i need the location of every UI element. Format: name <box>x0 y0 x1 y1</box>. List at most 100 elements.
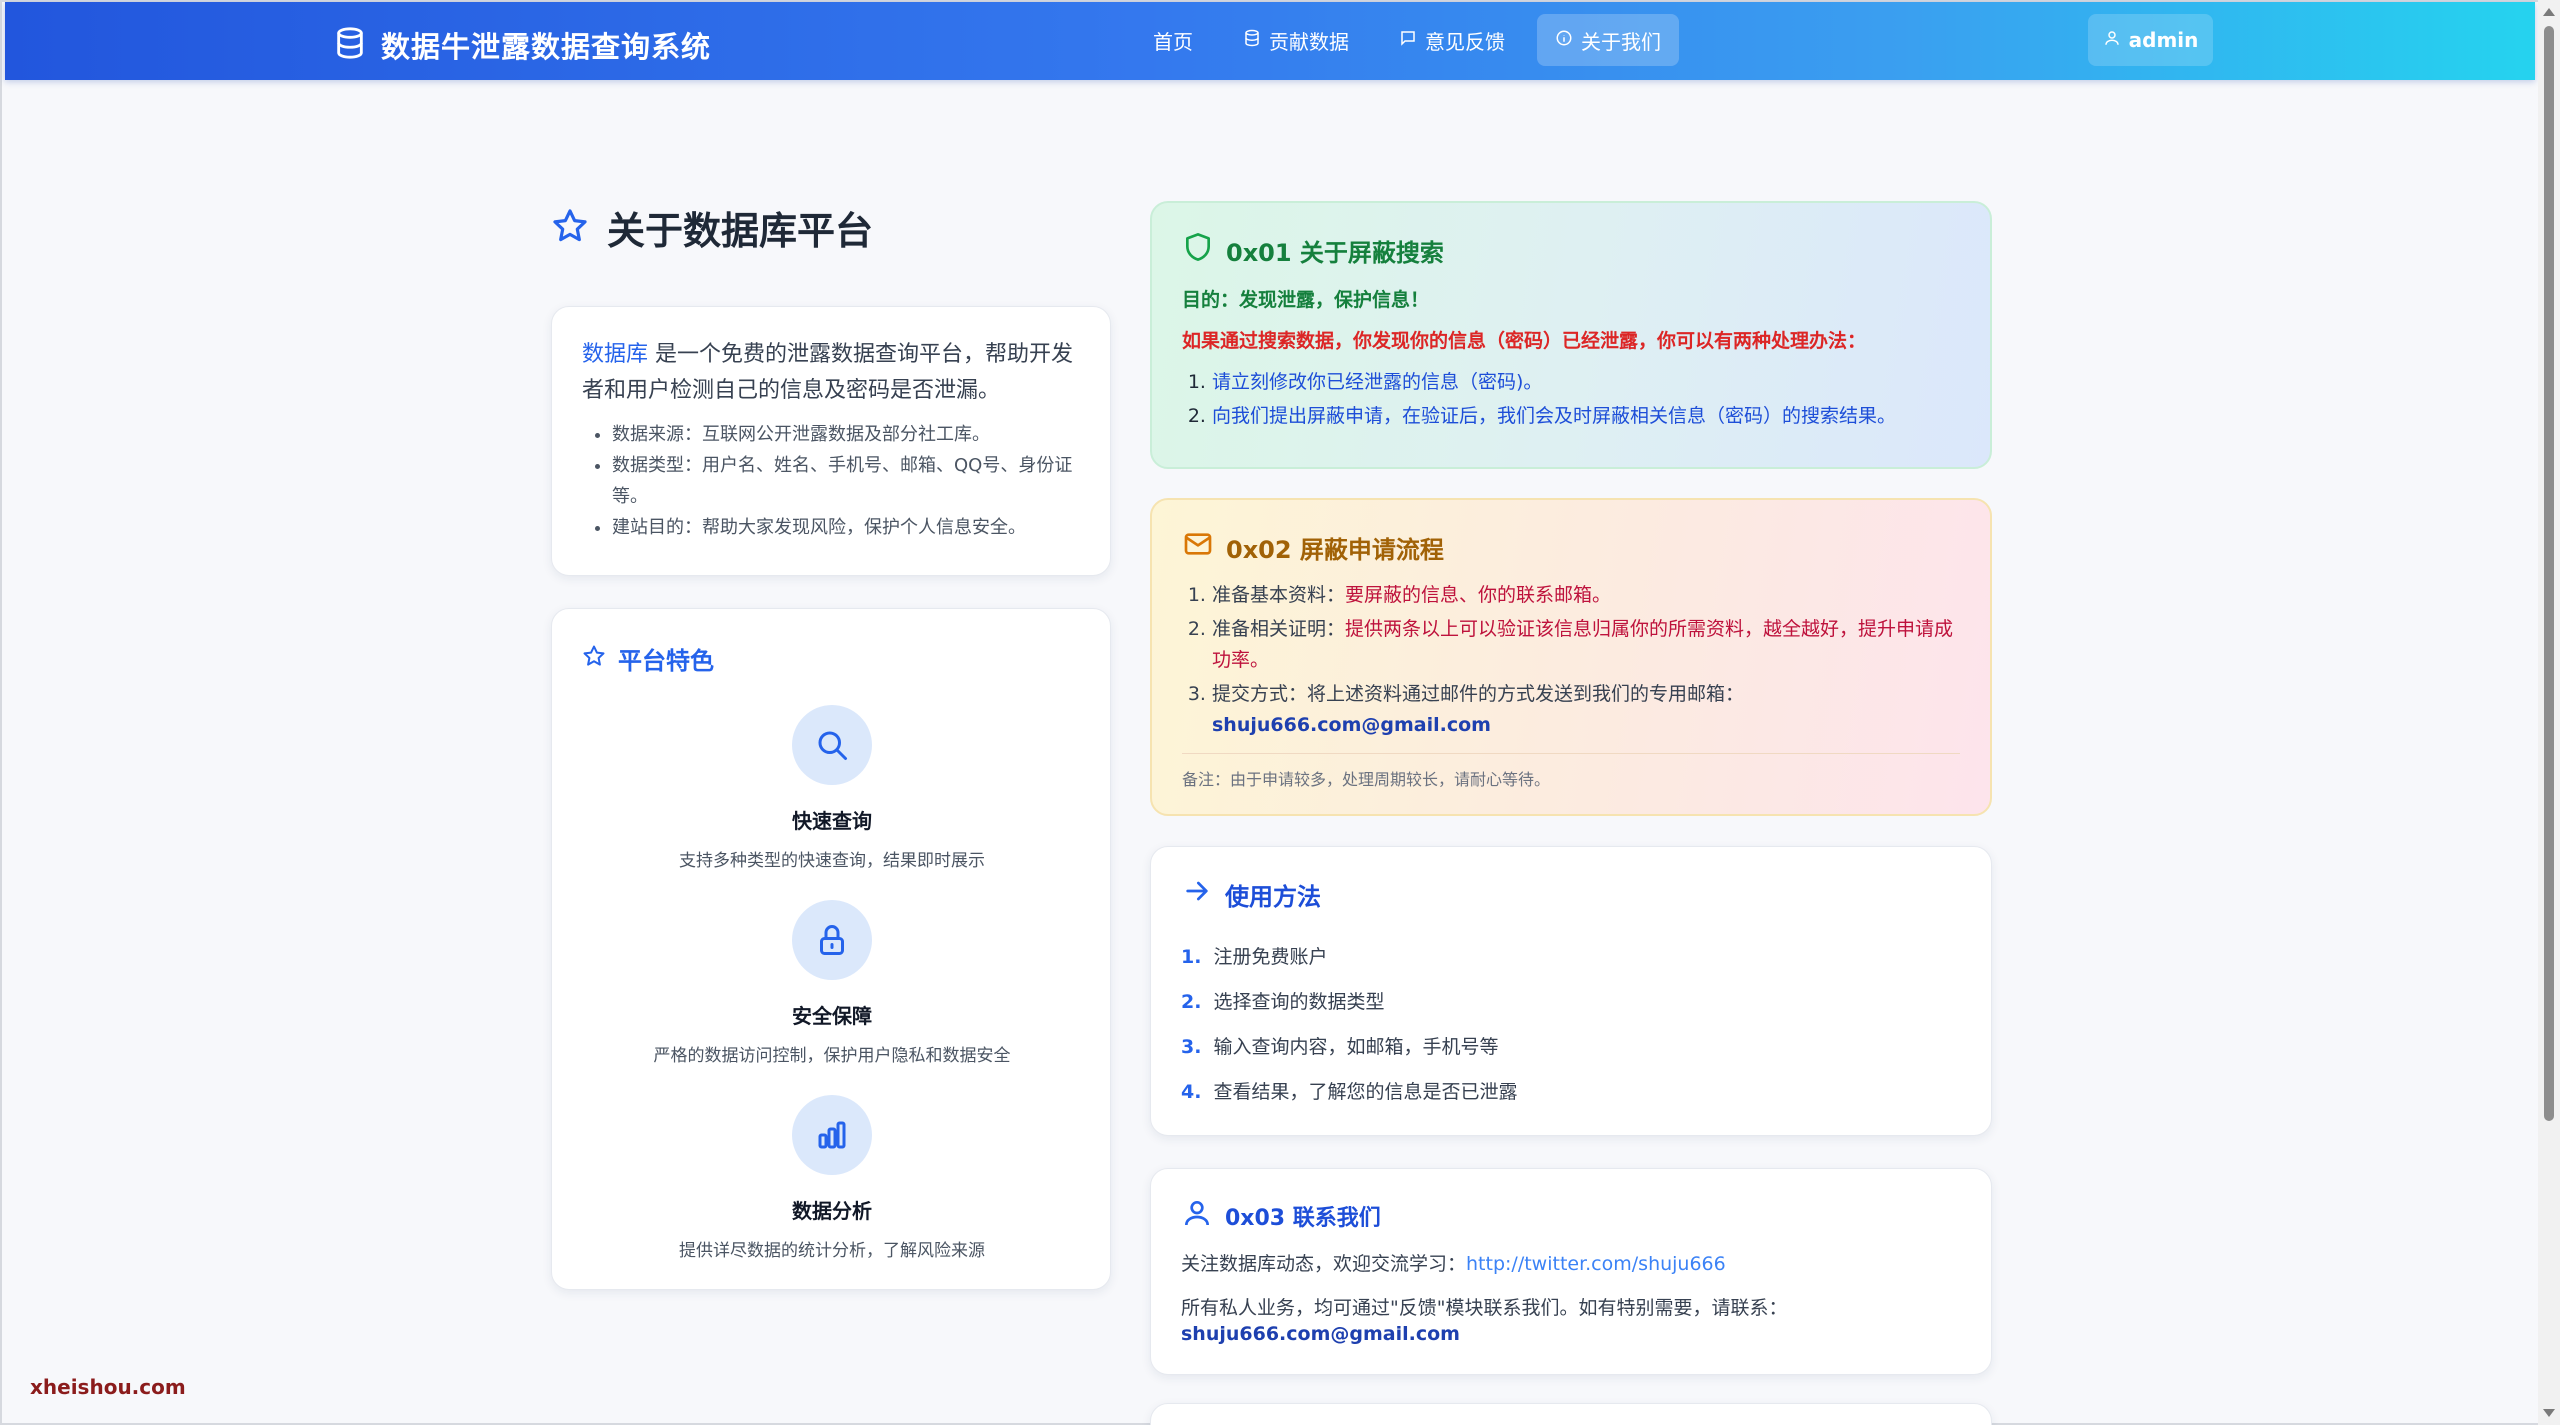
apply-process-card: 0x02 屏蔽申请流程 准备基本资料：要屏蔽的信息、你的联系邮箱。 准备相关证明… <box>1150 498 1992 816</box>
user-menu-button[interactable]: admin <box>2088 14 2213 66</box>
feature-desc: 提供详尽数据的统计分析，了解风险来源 <box>679 1241 985 1261</box>
twitter-link[interactable]: http://twitter.com/shuju666 <box>1466 1253 1726 1275</box>
features-title: 平台特色 <box>618 647 714 675</box>
step-label: 准备基本资料： <box>1212 584 1346 606</box>
apply-note: 备注：由于申请较多，处理周期较长，请耐心等待。 <box>1182 753 1960 790</box>
intro-body: 是一个免费的泄露数据查询平台，帮助开发者和用户检测自己的信息及密码是否泄漏。 <box>582 342 1074 403</box>
step-label: 准备相关证明： <box>1212 618 1346 640</box>
shield-warning: 如果通过搜索数据，你发现你的信息（密码）已经泄露，你可以有两种处理办法： <box>1182 330 1867 352</box>
step-number: 4. <box>1181 1081 1202 1103</box>
intro-text: 数据库 是一个免费的泄露数据查询平台，帮助开发者和用户检测自己的信息及密码是否泄… <box>582 337 1080 409</box>
usage-title: 使用方法 <box>1225 882 1321 911</box>
step-text: 选择查询的数据类型 <box>1213 991 1385 1013</box>
list-item: 3. 输入查询内容，如邮箱，手机号等 <box>1181 1025 1961 1070</box>
mail-icon <box>1182 528 1214 566</box>
user-icon <box>1181 1197 1213 1235</box>
star-icon <box>551 207 589 249</box>
step-text: 输入查询内容，如邮箱，手机号等 <box>1213 1036 1499 1058</box>
list-item: 请立刻修改你已经泄露的信息（密码)。 <box>1212 365 1960 399</box>
apply-email[interactable]: shuju666.com@gmail.com <box>1212 710 1960 741</box>
follow-text: 关注数据库动态，欢迎交流学习： <box>1181 1253 1467 1275</box>
nav-feedback-label: 意见反馈 <box>1425 29 1505 54</box>
list-item: 向我们提出屏蔽申请，在验证后，我们会及时屏蔽相关信息（密码）的搜索结果。 <box>1212 399 1960 433</box>
shield-search-card: 0x01 关于屏蔽搜索 目的：发现泄露，保护信息！ 如果通过搜索数据，你发现你的… <box>1150 201 1992 469</box>
step-number: 2. <box>1181 991 1202 1013</box>
apply-heading: 0x02 屏蔽申请流程 <box>1182 528 1960 566</box>
step-number: 1. <box>1181 946 1202 968</box>
step-emphasis: 要屏蔽的信息、你的联系邮箱。 <box>1345 584 1612 606</box>
list-item: 4. 查看结果，了解您的信息是否已泄露 <box>1181 1070 1961 1115</box>
search-icon <box>792 705 872 785</box>
nav-home[interactable]: 首页 <box>1135 14 1211 66</box>
list-item: 数据类型：用户名、姓名、手机号、邮箱、QQ号、身份证等。 <box>612 450 1080 512</box>
feature-desc: 支持多种类型的快速查询，结果即时展示 <box>679 851 985 871</box>
contact-private: 所有私人业务，均可通过"反馈"模块联系我们。如有特别需要，请联系： <box>1181 1293 1961 1323</box>
contact-title: 0x03 联系我们 <box>1225 1206 1381 1231</box>
nav-about[interactable]: 关于我们 <box>1537 14 1679 66</box>
feature-desc: 严格的数据访问控制，保护用户隐私和数据安全 <box>653 1046 1011 1066</box>
user-icon <box>2103 28 2121 52</box>
usage-card: 使用方法 1. 注册免费账户 2. 选择查询的数据类型 3. 输入查询内容，如邮箱，手… <box>1150 846 1992 1136</box>
watermark: xheishou.com <box>30 1375 186 1399</box>
step-text: 查看结果，了解您的信息是否已泄露 <box>1213 1081 1518 1103</box>
apply-title: 0x02 屏蔽申请流程 <box>1226 535 1444 564</box>
nav-contribute[interactable]: 贡献数据 <box>1225 14 1367 66</box>
nav-home-label: 首页 <box>1153 29 1193 54</box>
contact-card: 0x03 联系我们 关注数据库动态，欢迎交流学习：http://twitter.… <box>1150 1168 1992 1375</box>
intro-bullets: 数据来源：互联网公开泄露数据及部分社工库。 数据类型：用户名、姓名、手机号、邮箱… <box>582 419 1080 543</box>
scroll-thumb[interactable] <box>2544 26 2554 1121</box>
private-text: 所有私人业务，均可通过"反馈"模块联系我们。如有特别需要，请联系： <box>1181 1297 1788 1319</box>
contact-heading: 0x03 联系我们 <box>1181 1197 1961 1235</box>
shield-purpose: 目的：发现泄露，保护信息！ <box>1182 289 1430 311</box>
contact-email[interactable]: shuju666.com@gmail.com <box>1181 1323 1961 1345</box>
shield-title: 0x01 关于屏蔽搜索 <box>1226 238 1444 267</box>
list-item: 1. 注册免费账户 <box>1181 935 1961 980</box>
nav-links: 首页 贡献数据 意见反馈 关于我们 <box>1135 14 1679 66</box>
usage-heading: 使用方法 <box>1181 875 1961 913</box>
feature-analysis: 数据分析 提供详尽数据的统计分析，了解风险来源 <box>552 1095 1112 1261</box>
intro-card: 数据库 是一个免费的泄露数据查询平台，帮助开发者和用户检测自己的信息及密码是否泄… <box>551 306 1111 576</box>
list-item: 准备相关证明：提供两条以上可以验证该信息归属你的所需资料，越全越好，提升申请成功… <box>1212 614 1960 676</box>
contact-follow: 关注数据库动态，欢迎交流学习：http://twitter.com/shuju6… <box>1181 1249 1961 1279</box>
list-item: 数据来源：互联网公开泄露数据及部分社工库。 <box>612 419 1080 450</box>
database-icon <box>1243 28 1261 52</box>
nav-contribute-label: 贡献数据 <box>1269 29 1349 54</box>
feature-security: 安全保障 严格的数据访问控制，保护用户隐私和数据安全 <box>552 900 1112 1066</box>
step-label: 提交方式：将上述资料通过邮件的方式发送到我们的专用邮箱： <box>1212 683 1745 705</box>
database-icon <box>333 26 367 64</box>
feature-name: 快速查询 <box>792 809 872 833</box>
usage-steps: 1. 注册免费账户 2. 选择查询的数据类型 3. 输入查询内容，如邮箱，手机号等 4… <box>1181 935 1961 1115</box>
step-text: 注册免费账户 <box>1213 946 1328 968</box>
features-heading: 平台特色 <box>582 641 1080 676</box>
apply-steps: 准备基本资料：要屏蔽的信息、你的联系邮箱。 准备相关证明：提供两条以上可以验证该… <box>1182 580 1960 741</box>
shield-icon <box>1182 231 1214 269</box>
list-item: 提交方式：将上述资料通过邮件的方式发送到我们的专用邮箱： shuju666.com… <box>1212 679 1960 741</box>
username: admin <box>2128 28 2199 52</box>
feature-name: 数据分析 <box>792 1199 872 1223</box>
message-icon <box>1399 28 1417 52</box>
brand[interactable]: 数据牛泄露数据查询系统 <box>333 24 711 66</box>
scroll-down-icon[interactable] <box>2543 1409 2555 1417</box>
scroll-up-icon[interactable] <box>2543 8 2555 16</box>
nav-about-label: 关于我们 <box>1581 29 1661 54</box>
next-card <box>1150 1403 1992 1425</box>
top-navbar: 数据牛泄露数据查询系统 首页 贡献数据 意见反馈 关于我们 admin <box>5 2 2535 80</box>
bar-chart-icon <box>792 1095 872 1175</box>
arrow-right-icon <box>1181 875 1213 913</box>
info-icon <box>1555 28 1573 52</box>
list-item: 准备基本资料：要屏蔽的信息、你的联系邮箱。 <box>1212 580 1960 611</box>
brand-title: 数据牛泄露数据查询系统 <box>381 30 712 64</box>
nav-feedback[interactable]: 意见反馈 <box>1381 14 1523 66</box>
intro-highlight: 数据库 <box>582 342 649 367</box>
shield-options: 请立刻修改你已经泄露的信息（密码)。 向我们提出屏蔽申请，在验证后，我们会及时屏… <box>1182 365 1960 433</box>
feature-quick-query: 快速查询 支持多种类型的快速查询，结果即时展示 <box>552 705 1112 871</box>
page-heading: 关于数据库平台 <box>551 200 873 255</box>
lock-icon <box>792 900 872 980</box>
feature-name: 安全保障 <box>792 1004 872 1028</box>
step-number: 3. <box>1181 1036 1202 1058</box>
page-title: 关于数据库平台 <box>607 209 874 253</box>
shield-heading: 0x01 关于屏蔽搜索 <box>1182 231 1960 269</box>
scrollbar[interactable] <box>2538 0 2560 1425</box>
star-icon <box>582 644 606 674</box>
list-item: 建站目的：帮助大家发现风险，保护个人信息安全。 <box>612 512 1080 543</box>
